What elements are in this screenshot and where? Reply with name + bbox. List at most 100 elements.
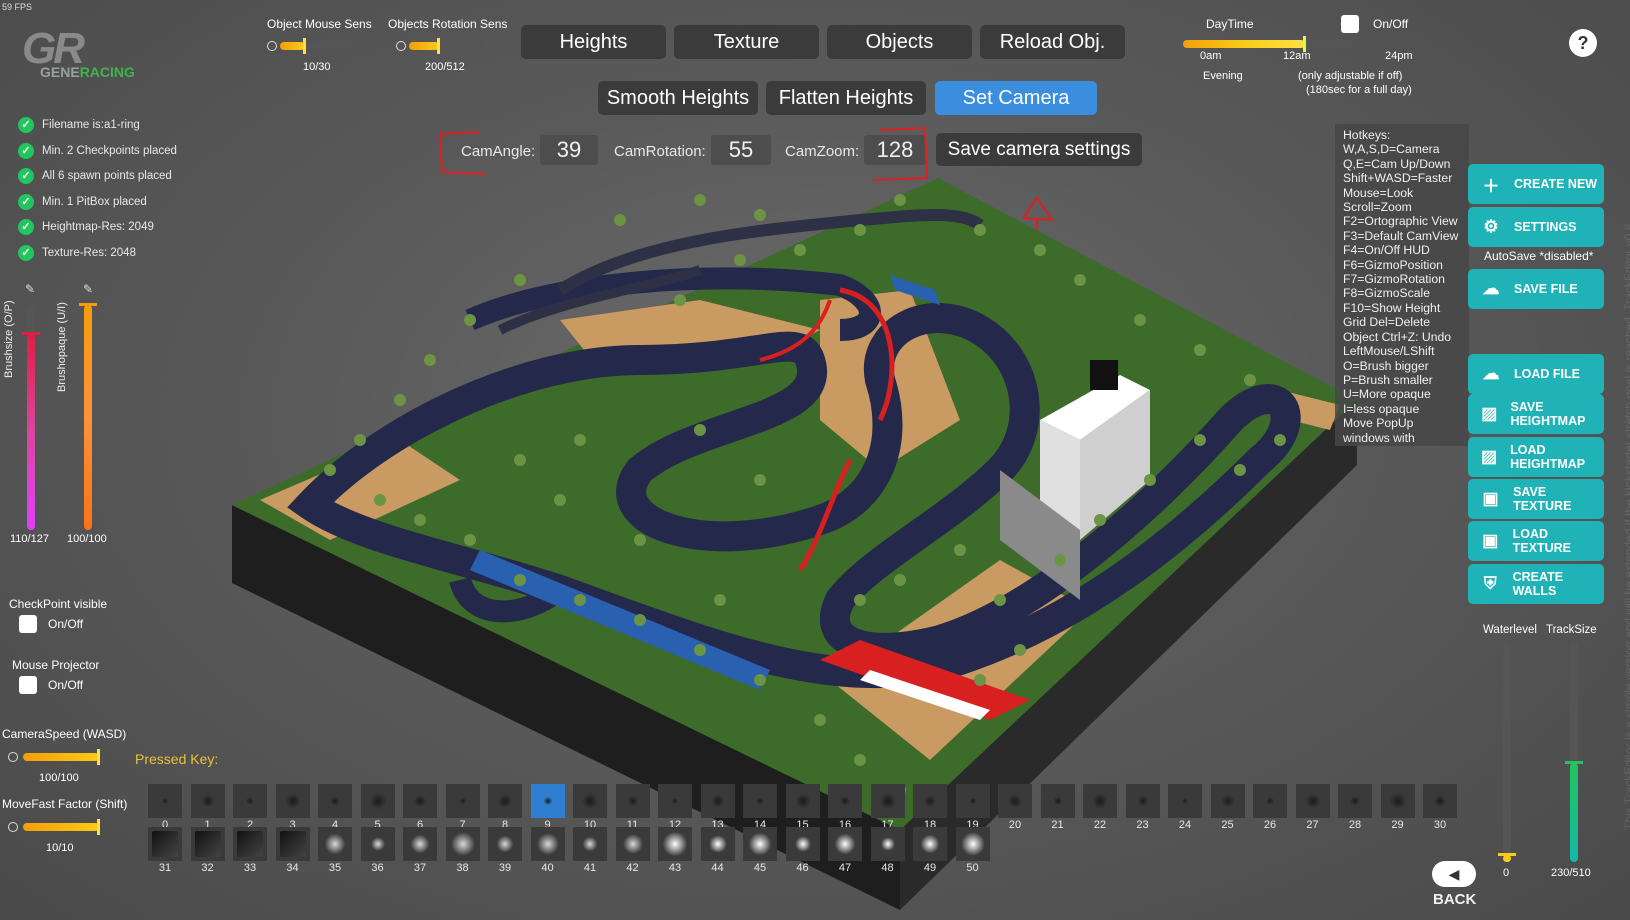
- version-watermark: This TrackEditor is a simple version and…: [1622, 223, 1630, 830]
- save-file-button[interactable]: ☁ SAVE FILE: [1468, 269, 1604, 309]
- brush-5[interactable]: [360, 784, 395, 818]
- cloud-upload-icon: ☁: [1482, 279, 1500, 298]
- brush-23[interactable]: [1125, 784, 1160, 818]
- brush-11[interactable]: [615, 784, 650, 818]
- brush-shape-icon: [1092, 793, 1108, 809]
- brush-47[interactable]: [828, 827, 862, 861]
- tree: [994, 594, 1006, 606]
- brush-shape-icon: [1182, 798, 1188, 804]
- brush-number: 28: [1348, 819, 1362, 831]
- brush-17[interactable]: [870, 784, 905, 818]
- brush-shape-icon: [1053, 796, 1062, 806]
- camera-speed-reset-icon[interactable]: [8, 752, 18, 762]
- brush-6[interactable]: [403, 784, 437, 818]
- brush-shape-icon: [1389, 792, 1406, 810]
- mouse-projector-checkbox[interactable]: [19, 676, 37, 694]
- brush-22[interactable]: [1083, 784, 1117, 818]
- brush-41[interactable]: [573, 827, 607, 861]
- brush-24[interactable]: [1168, 784, 1202, 818]
- hotkeys-panel[interactable]: Hotkeys: W,A,S,D=Camera Q,E=Cam Up/Down …: [1335, 124, 1469, 446]
- brush-36[interactable]: [360, 827, 395, 861]
- tree: [814, 714, 826, 726]
- button-label: SAVE FILE: [1514, 282, 1578, 296]
- brush-number: 38: [456, 862, 469, 874]
- load-heightmap-button[interactable]: ▨ LOAD HEIGHTMAP: [1468, 437, 1604, 477]
- brush-46[interactable]: [785, 827, 820, 861]
- brush-30[interactable]: [1423, 784, 1457, 818]
- save-heightmap-button[interactable]: ▨ SAVE HEIGHTMAP: [1468, 394, 1604, 434]
- load-file-button[interactable]: ☁ LOAD FILE: [1468, 354, 1604, 394]
- brush-shape-icon: [201, 794, 214, 808]
- brush-14[interactable]: [743, 784, 777, 818]
- button-label: CREATE NEW: [1514, 177, 1598, 191]
- tracksize-value: 230/510: [1551, 867, 1591, 879]
- movefast-reset-icon[interactable]: [8, 822, 18, 832]
- brush-7[interactable]: [445, 784, 480, 818]
- brush-13[interactable]: [700, 784, 735, 818]
- tree: [1194, 344, 1206, 356]
- brush-37[interactable]: [403, 827, 437, 861]
- brush-number: 47: [838, 862, 852, 874]
- brush-9[interactable]: [530, 784, 565, 818]
- brush-34[interactable]: [275, 827, 310, 861]
- brush-3[interactable]: [275, 784, 310, 818]
- brush-33[interactable]: [233, 827, 267, 861]
- brush-50[interactable]: [955, 827, 990, 861]
- tree: [394, 394, 406, 406]
- movefast-slider[interactable]: [23, 819, 100, 835]
- brush-number: 31: [158, 862, 172, 874]
- brush-44[interactable]: [700, 827, 735, 861]
- brush-32[interactable]: [190, 827, 225, 861]
- brush-19[interactable]: [955, 784, 990, 818]
- brush-12[interactable]: [658, 784, 692, 818]
- brush-35[interactable]: [318, 827, 352, 861]
- brush-45[interactable]: [743, 827, 777, 861]
- brush-38[interactable]: [445, 827, 480, 861]
- settings-button[interactable]: ⚙ SETTINGS: [1468, 207, 1604, 247]
- brush-29[interactable]: [1380, 784, 1415, 818]
- brush-4[interactable]: [318, 784, 352, 818]
- brush-number: 42: [626, 862, 639, 874]
- brush-49[interactable]: [913, 827, 947, 861]
- tree: [954, 544, 966, 556]
- tree: [424, 354, 436, 366]
- brush-48[interactable]: [870, 827, 905, 861]
- waterlevel-slider[interactable]: [1498, 642, 1516, 862]
- brush-2[interactable]: [233, 784, 267, 818]
- back-arrow-icon: ◀: [1448, 866, 1460, 882]
- brush-27[interactable]: [1295, 784, 1330, 818]
- brush-28[interactable]: [1338, 784, 1372, 818]
- cloud-download-icon: ☁: [1482, 364, 1500, 383]
- tracksize-slider[interactable]: [1565, 642, 1583, 862]
- brush-1[interactable]: [190, 784, 225, 818]
- camera-speed-slider[interactable]: [23, 749, 100, 765]
- create-walls-button[interactable]: ⛨ CREATE WALLS: [1468, 564, 1604, 604]
- brush-16[interactable]: [828, 784, 862, 818]
- back-button[interactable]: ◀: [1432, 861, 1476, 887]
- brush-25[interactable]: [1210, 784, 1245, 818]
- brush-shape-icon: [672, 798, 678, 804]
- create-new-button[interactable]: ＋ CREATE NEW: [1468, 164, 1604, 204]
- brush-0[interactable]: [148, 784, 182, 818]
- brush-shape-icon: [708, 835, 727, 853]
- load-texture-button[interactable]: ▣ LOAD TEXTURE: [1468, 521, 1604, 561]
- brush-20[interactable]: [998, 784, 1032, 818]
- tree: [694, 194, 706, 206]
- checkpoint-visible-checkbox[interactable]: [19, 615, 37, 633]
- brush-8[interactable]: [488, 784, 522, 818]
- brush-43[interactable]: [658, 827, 692, 861]
- pressed-key-label: Pressed Key:: [135, 751, 219, 767]
- brush-42[interactable]: [615, 827, 650, 861]
- brush-39[interactable]: [488, 827, 522, 861]
- brush-10[interactable]: [573, 784, 607, 818]
- brush-26[interactable]: [1253, 784, 1287, 818]
- brush-21[interactable]: [1040, 784, 1075, 818]
- brush-15[interactable]: [785, 784, 820, 818]
- brush-40[interactable]: [530, 827, 565, 861]
- brush-shape-icon: [1008, 794, 1022, 808]
- brush-31[interactable]: [148, 827, 182, 861]
- chart-icon: ▨: [1481, 447, 1498, 466]
- back-label: BACK: [1433, 891, 1477, 908]
- brush-18[interactable]: [913, 784, 947, 818]
- save-texture-button[interactable]: ▣ SAVE TEXTURE: [1468, 479, 1604, 519]
